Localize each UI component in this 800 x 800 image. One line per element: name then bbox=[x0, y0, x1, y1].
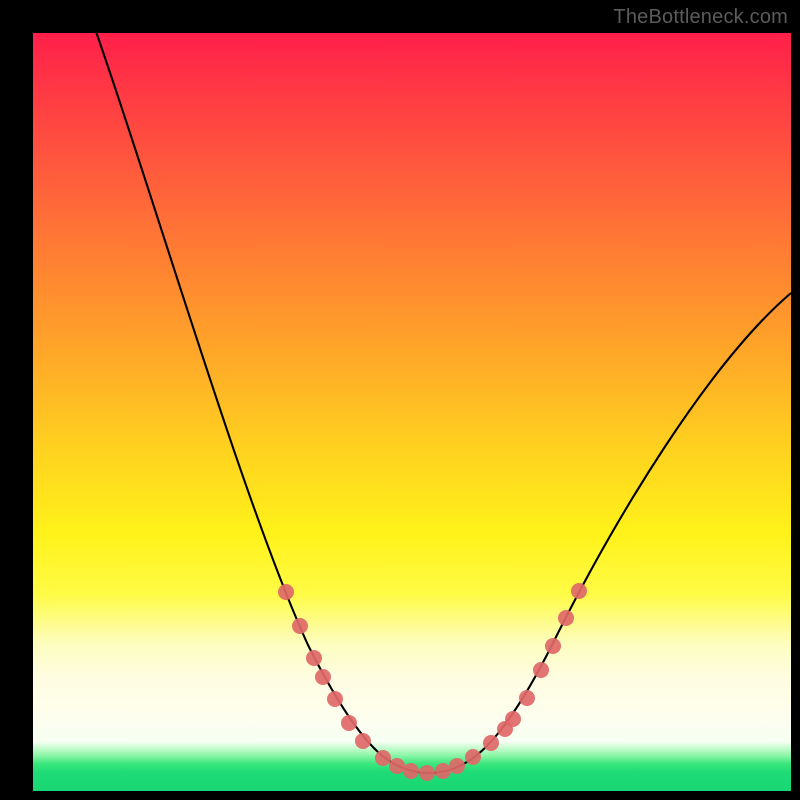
dot bbox=[545, 638, 561, 654]
dot bbox=[419, 765, 435, 781]
dot bbox=[355, 733, 371, 749]
dot bbox=[389, 758, 405, 774]
curve-layer bbox=[33, 33, 791, 791]
plot-area bbox=[33, 33, 791, 791]
dot bbox=[278, 584, 294, 600]
dot bbox=[375, 750, 391, 766]
dot bbox=[449, 758, 465, 774]
dot bbox=[403, 763, 419, 779]
dot bbox=[483, 735, 499, 751]
dot bbox=[505, 711, 521, 727]
dot bbox=[571, 583, 587, 599]
dot bbox=[533, 662, 549, 678]
dot bbox=[341, 715, 357, 731]
dot bbox=[306, 650, 322, 666]
dot bbox=[558, 610, 574, 626]
dot bbox=[465, 749, 481, 765]
dot bbox=[519, 690, 535, 706]
dot bbox=[327, 691, 343, 707]
watermark-text: TheBottleneck.com bbox=[613, 6, 788, 29]
dot bbox=[315, 669, 331, 685]
bottleneck-curve bbox=[93, 23, 791, 773]
dot bbox=[435, 763, 451, 779]
dot bbox=[292, 618, 308, 634]
dot-group bbox=[278, 583, 587, 781]
chart-frame: TheBottleneck.com bbox=[0, 0, 800, 800]
